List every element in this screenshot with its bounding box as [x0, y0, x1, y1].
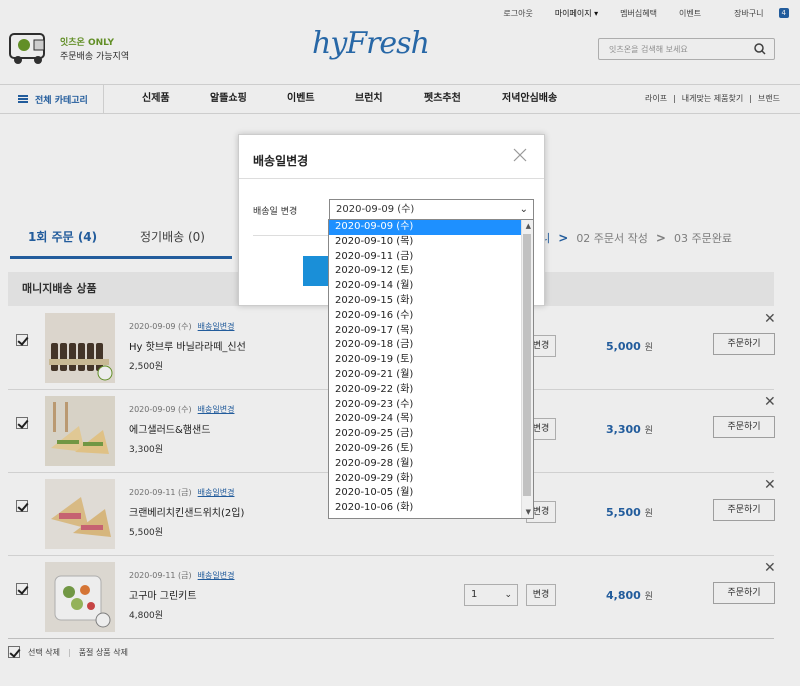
delivery-date-select[interactable]: 2020-09-09 (수) ⌄: [329, 199, 534, 220]
close-icon[interactable]: [512, 147, 528, 163]
date-option[interactable]: 2020-09-26 (토): [329, 442, 533, 457]
date-option[interactable]: 2020-09-22 (화): [329, 383, 533, 398]
date-option[interactable]: 2020-09-19 (토): [329, 353, 533, 368]
selected-date: 2020-09-09 (수): [336, 204, 415, 215]
scrollbar-thumb[interactable]: [523, 234, 531, 496]
date-option[interactable]: 2020-09-24 (목): [329, 412, 533, 427]
date-option[interactable]: 2020-09-09 (수): [329, 220, 533, 235]
date-options-list: 2020-09-09 (수) 2020-09-10 (목) 2020-09-11 (…: [328, 219, 534, 519]
scroll-up-icon[interactable]: ▲: [526, 222, 531, 230]
modal-title: 배송일변경: [253, 154, 309, 168]
divider: [239, 178, 544, 179]
chevron-down-icon: ⌄: [519, 204, 528, 215]
scrollbar[interactable]: ▲ ▼: [521, 220, 533, 518]
date-field-label: 배송일 변경: [253, 207, 298, 217]
date-option[interactable]: 2020-09-23 (수): [329, 398, 533, 413]
date-option[interactable]: 2020-09-14 (월): [329, 279, 533, 294]
date-option[interactable]: 2020-09-28 (월): [329, 457, 533, 472]
date-option[interactable]: 2020-09-29 (화): [329, 472, 533, 487]
date-option[interactable]: 2020-09-15 (화): [329, 294, 533, 309]
date-option[interactable]: 2020-09-25 (금): [329, 427, 533, 442]
date-option[interactable]: 2020-09-21 (월): [329, 368, 533, 383]
options-container: 2020-09-09 (수) 2020-09-10 (목) 2020-09-11 (…: [329, 220, 533, 516]
date-option[interactable]: 2020-09-11 (금): [329, 250, 533, 265]
date-option[interactable]: 2020-10-05 (월): [329, 486, 533, 501]
date-option[interactable]: 2020-09-12 (토): [329, 264, 533, 279]
scroll-down-icon[interactable]: ▼: [526, 508, 531, 516]
date-option[interactable]: 2020-09-16 (수): [329, 309, 533, 324]
date-option[interactable]: 2020-09-10 (목): [329, 235, 533, 250]
date-option[interactable]: 2020-09-17 (목): [329, 324, 533, 339]
date-option[interactable]: 2020-09-18 (금): [329, 338, 533, 353]
date-option[interactable]: 2020-10-06 (화): [329, 501, 533, 516]
